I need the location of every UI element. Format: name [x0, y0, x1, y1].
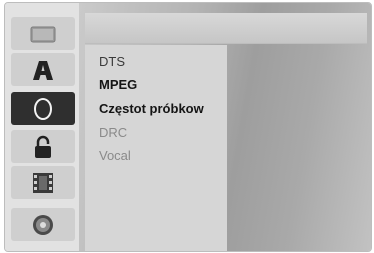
- circle-audio-icon: [34, 97, 52, 120]
- settings-screen: DTS MPEG Częstot próbkow DRC Vocal: [4, 2, 372, 252]
- sidebar-item-lock[interactable]: [11, 130, 75, 163]
- lock-icon: [35, 135, 51, 158]
- sidebar-item-disc[interactable]: [11, 208, 75, 241]
- sidebar: [5, 3, 79, 251]
- menu-item-drc: DRC: [99, 125, 128, 140]
- audio-submenu: DTS MPEG Częstot próbkow DRC Vocal: [85, 45, 227, 251]
- sidebar-item-video[interactable]: [11, 166, 75, 199]
- audio-language-a-icon: [33, 60, 53, 80]
- film-strip-icon: [33, 172, 53, 193]
- sidebar-item-general[interactable]: [11, 17, 75, 50]
- menu-item-mpeg[interactable]: MPEG: [99, 77, 137, 92]
- menu-item-sample-rate[interactable]: Częstot próbkow: [99, 101, 204, 116]
- folder-icon: [30, 26, 56, 42]
- menu-item-vocal: Vocal: [99, 148, 131, 163]
- sidebar-item-audio[interactable]: [11, 92, 75, 125]
- panel-header: [85, 13, 367, 44]
- disc-icon: [33, 214, 53, 235]
- menu-item-dts[interactable]: DTS: [99, 54, 125, 69]
- settings-panel: DTS MPEG Częstot próbkow DRC Vocal: [79, 3, 371, 251]
- sidebar-item-language[interactable]: [11, 53, 75, 86]
